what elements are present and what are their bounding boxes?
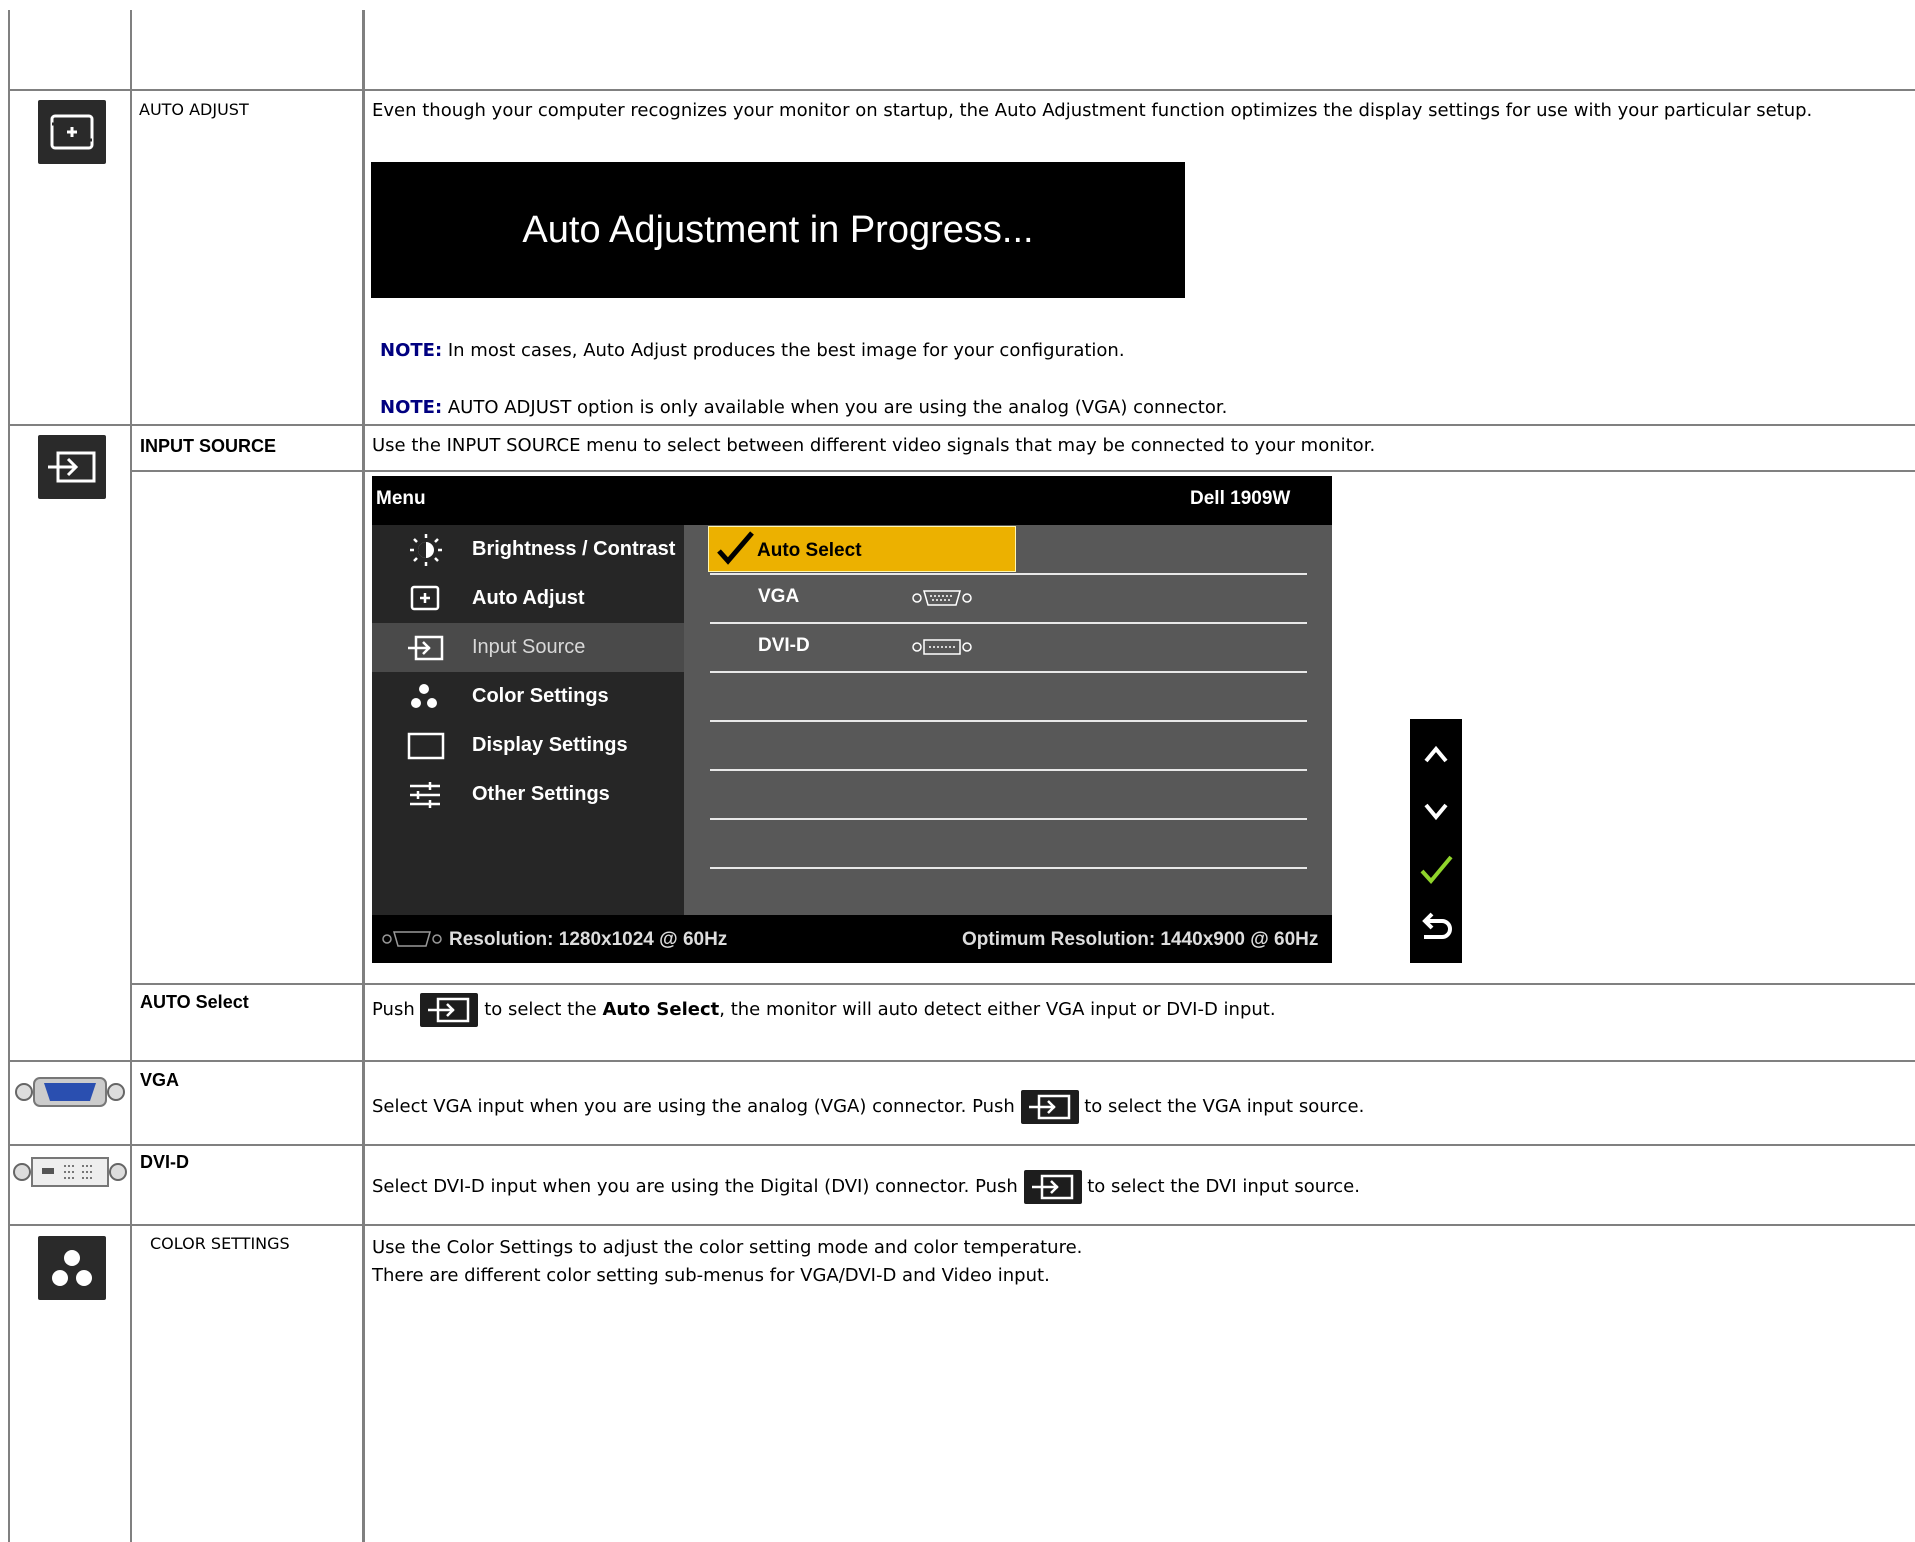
dvi-connector-icon xyxy=(13,1157,127,1187)
auto-adjust-description: Even though your computer recognizes you… xyxy=(372,100,1813,121)
vga-connector-icon xyxy=(382,931,442,947)
osd-divider xyxy=(710,818,1307,820)
osd-divider xyxy=(710,671,1307,673)
table-border-left xyxy=(8,10,10,1542)
note-label: NOTE: xyxy=(380,340,443,361)
dvi-label: DVI-D xyxy=(140,1152,189,1172)
note-text: In most cases, Auto Adjust produces the … xyxy=(442,340,1125,361)
monitor-button-strip xyxy=(1410,719,1462,963)
osd-menu-screenshot: Menu Dell 1909W Brightness / Contrast Au… xyxy=(372,476,1332,963)
input-source-icon xyxy=(408,635,444,661)
row-divider xyxy=(130,470,1915,472)
dvi-description: Select DVI-D input when you are using th… xyxy=(372,1170,1360,1204)
osd-divider xyxy=(710,573,1307,575)
table-border-col1 xyxy=(130,10,132,1542)
osd-menu-title: Menu xyxy=(376,488,426,509)
text: , the monitor will auto detect either VG… xyxy=(719,999,1276,1020)
osd-option-dvi: DVI-D xyxy=(758,635,810,656)
down-arrow-icon xyxy=(1424,803,1448,821)
osd-footer: Resolution: 1280x1024 @ 60Hz Optimum Res… xyxy=(372,915,1332,963)
osd-item-display-settings: Display Settings xyxy=(372,721,684,770)
auto-adjust-banner-text: Auto Adjustment in Progress... xyxy=(522,208,1034,251)
input-source-button-icon xyxy=(1023,1170,1082,1204)
text: Select VGA input when you are using the … xyxy=(372,1096,1021,1117)
row-divider xyxy=(8,424,1915,426)
row-divider xyxy=(8,1144,1915,1146)
note: NOTE: In most cases, Auto Adjust produce… xyxy=(380,339,1125,362)
osd-item-brightness: Brightness / Contrast xyxy=(372,525,684,574)
osd-option-label: Auto Select xyxy=(757,540,862,561)
table-border-col2 xyxy=(362,10,365,1542)
osd-item-other-settings: Other Settings xyxy=(372,770,684,819)
row-divider xyxy=(8,89,1915,91)
text: Select DVI-D input when you are using th… xyxy=(372,1176,1024,1197)
vga-label: VGA xyxy=(140,1070,180,1090)
osd-sidebar: Brightness / Contrast Auto Adjust Input … xyxy=(372,525,684,915)
osd-item-label: Other Settings xyxy=(472,783,610,805)
other-settings-icon xyxy=(410,782,440,808)
osd-divider xyxy=(710,867,1307,869)
color-settings-icon xyxy=(411,684,437,708)
vga-description: Select VGA input when you are using the … xyxy=(372,1090,1364,1124)
text: to select the DVI input source. xyxy=(1081,1176,1360,1197)
auto-adjust-banner: Auto Adjustment in Progress... xyxy=(371,162,1185,298)
vga-connector-icon xyxy=(912,590,972,606)
vga-connector-icon xyxy=(15,1077,125,1107)
note: NOTE: AUTO ADJUST option is only availab… xyxy=(380,396,1227,419)
input-source-button-icon xyxy=(1020,1090,1079,1124)
osd-divider xyxy=(710,622,1307,624)
auto-select-description: Push to select the Auto Select, the moni… xyxy=(372,993,1276,1027)
osd-resolution: Resolution: 1280x1024 @ 60Hz xyxy=(449,929,728,950)
auto-adjust-icon xyxy=(410,585,440,611)
back-icon xyxy=(1422,912,1452,939)
osd-option-vga: VGA xyxy=(758,586,800,607)
osd-optimum-resolution: Optimum Resolution: 1440x900 @ 60Hz xyxy=(962,929,1319,950)
brightness-icon xyxy=(410,534,442,566)
text: to select the VGA input source. xyxy=(1078,1096,1365,1117)
row-divider xyxy=(8,1060,1915,1062)
row-divider xyxy=(8,1224,1915,1226)
auto-select-label: AUTO Select xyxy=(140,992,249,1012)
color-settings-label: COLOR SETTINGS xyxy=(150,1234,290,1253)
color-settings-icon xyxy=(38,1236,106,1300)
auto-adjust-label: AUTO ADJUST xyxy=(139,100,249,119)
osd-model: Dell 1909W xyxy=(1190,488,1291,509)
row-divider xyxy=(130,983,1915,985)
osd-item-label: Color Settings xyxy=(472,685,609,707)
auto-adjust-icon xyxy=(38,100,106,164)
note-text: AUTO ADJUST option is only available whe… xyxy=(442,397,1228,418)
color-settings-line2: There are different color setting sub-me… xyxy=(372,1265,1050,1286)
osd-item-label: Brightness / Contrast xyxy=(472,538,676,560)
checkmark-icon xyxy=(717,531,754,565)
dvi-connector-icon xyxy=(912,639,972,655)
text: to select the xyxy=(478,999,603,1020)
osd-item-input-source: Input Source xyxy=(372,623,684,672)
text: Push xyxy=(372,999,421,1020)
input-source-label: INPUT SOURCE xyxy=(140,436,277,456)
up-arrow-icon xyxy=(1424,745,1448,763)
osd-item-label: Input Source xyxy=(472,636,586,658)
osd-divider xyxy=(710,769,1307,771)
osd-item-label: Display Settings xyxy=(472,734,628,756)
note-label: NOTE: xyxy=(380,397,443,418)
color-settings-line1: Use the Color Settings to adjust the col… xyxy=(372,1237,1083,1258)
osd-header: Menu Dell 1909W xyxy=(372,476,1332,525)
osd-item-color-settings: Color Settings xyxy=(372,672,684,721)
input-source-description: Use the INPUT SOURCE menu to select betw… xyxy=(372,435,1376,456)
osd-option-auto-select: Auto Select xyxy=(708,526,1016,572)
osd-divider xyxy=(710,720,1307,722)
display-settings-icon xyxy=(407,732,445,760)
input-source-button-icon xyxy=(420,993,479,1027)
input-source-icon xyxy=(38,435,106,499)
osd-item-label: Auto Adjust xyxy=(472,587,585,609)
auto-select-bold: Auto Select xyxy=(602,999,720,1020)
check-icon xyxy=(1420,855,1453,885)
osd-item-auto-adjust: Auto Adjust xyxy=(372,574,684,623)
